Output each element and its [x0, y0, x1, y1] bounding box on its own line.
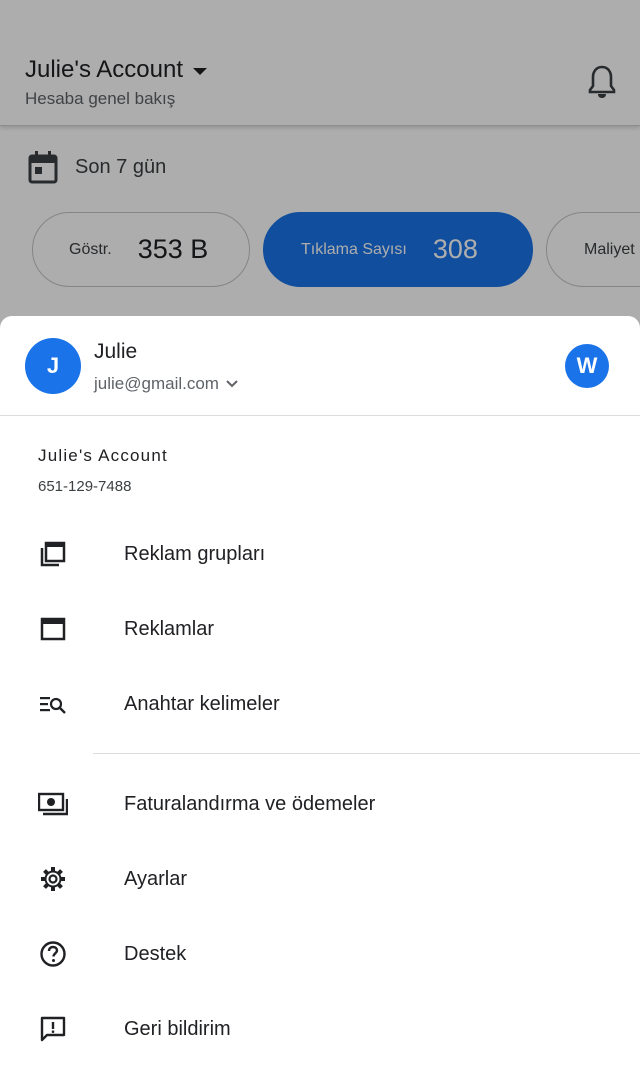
- menu-item-support[interactable]: Destek: [0, 924, 640, 984]
- account-menu-sheet: J Julie julie@gmail.com W Julie's Accoun…: [0, 316, 640, 1067]
- menu-item-billing[interactable]: Faturalandırma ve ödemeler: [0, 774, 640, 834]
- menu-item-ad-groups[interactable]: Reklam grupları: [0, 524, 640, 584]
- menu-item-ads[interactable]: Reklamlar: [0, 599, 640, 659]
- chevron-down-icon: [226, 380, 238, 388]
- menu-label: Destek: [124, 942, 187, 965]
- ad-groups-icon: [38, 539, 68, 569]
- account-info: Julie's Account 651-129-7488: [38, 446, 168, 495]
- menu-label: Faturalandırma ve ödemeler: [124, 792, 376, 815]
- menu-label: Reklamlar: [124, 617, 215, 640]
- account-id: 651-129-7488: [38, 478, 132, 495]
- menu-label: Reklam grupları: [124, 542, 266, 565]
- feedback-icon: [38, 1014, 68, 1044]
- menu-item-settings[interactable]: Ayarlar: [0, 849, 640, 909]
- menu-item-feedback[interactable]: Geri bildirim: [0, 999, 640, 1059]
- help-icon: [38, 939, 68, 969]
- billing-icon: [38, 789, 68, 819]
- user-header: J Julie julie@gmail.com W: [0, 316, 640, 416]
- menu-label: Ayarlar: [124, 867, 187, 890]
- user-name: Julie: [94, 340, 138, 363]
- settings-icon: [38, 864, 68, 894]
- menu-divider: [93, 753, 640, 754]
- account-name: Julie's Account: [38, 446, 168, 465]
- menu-label: Anahtar kelimeler: [124, 692, 280, 715]
- ads-icon: [38, 614, 68, 644]
- user-email-switcher[interactable]: julie@gmail.com: [94, 374, 239, 394]
- menu-label: Geri bildirim: [124, 1017, 231, 1040]
- menu-item-keywords[interactable]: Anahtar kelimeler: [0, 674, 640, 734]
- secondary-account-avatar[interactable]: W: [565, 344, 609, 388]
- keywords-icon: [38, 689, 68, 719]
- user-avatar[interactable]: J: [25, 338, 81, 394]
- user-email: julie@gmail.com: [94, 374, 219, 393]
